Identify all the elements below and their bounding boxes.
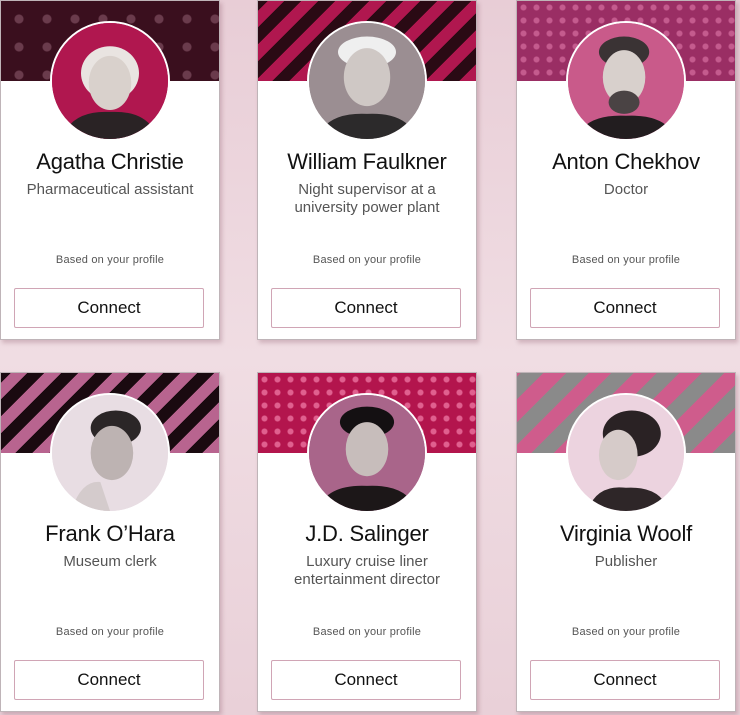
avatar-portrait-icon [52, 23, 168, 139]
avatar[interactable] [307, 393, 427, 513]
suggestion-reason: Based on your profile [571, 626, 681, 638]
avatar-portrait-icon [309, 395, 425, 511]
profile-card-virginia-woolf: Virginia Woolf Publisher Based on your p… [516, 372, 736, 712]
avatar[interactable] [50, 393, 170, 513]
connect-button[interactable]: Connect [14, 288, 204, 328]
person-name: Virginia Woolf [559, 521, 693, 546]
avatar-portrait-icon [52, 395, 168, 511]
connect-button[interactable]: Connect [530, 288, 720, 328]
profile-card-frank-ohara: Frank O’Hara Museum clerk Based on your … [0, 372, 220, 712]
connect-button[interactable]: Connect [271, 660, 461, 700]
avatar-portrait-icon [568, 23, 684, 139]
profile-card-anton-chekhov: Anton Chekhov Doctor Based on your profi… [516, 0, 736, 340]
avatar[interactable] [307, 21, 427, 141]
avatar-portrait-icon [309, 23, 425, 139]
avatar[interactable] [50, 21, 170, 141]
person-title: Museum clerk [63, 553, 157, 570]
connect-button[interactable]: Connect [530, 660, 720, 700]
suggestion-reason: Based on your profile [55, 254, 165, 266]
suggestion-reason: Based on your profile [312, 254, 422, 266]
person-name: Frank O’Hara [45, 521, 175, 546]
connect-button[interactable]: Connect [14, 660, 204, 700]
person-title: Publisher [594, 553, 658, 570]
person-title: Doctor [603, 181, 649, 198]
profile-card-william-faulkner: William Faulkner Night supervisor at a u… [257, 0, 477, 340]
suggestion-reason: Based on your profile [571, 254, 681, 266]
person-title: Night supervisor at a university power p… [294, 181, 440, 216]
connect-button[interactable]: Connect [271, 288, 461, 328]
person-name: J.D. Salinger [305, 521, 429, 546]
profile-card-jd-salinger: J.D. Salinger Luxury cruise liner entert… [257, 372, 477, 712]
person-title: Pharmaceutical assistant [26, 181, 194, 198]
suggestion-reason: Based on your profile [55, 626, 165, 638]
person-name: William Faulkner [287, 149, 447, 174]
avatar[interactable] [566, 393, 686, 513]
person-title: Luxury cruise liner entertainment direct… [294, 553, 440, 588]
profile-card-agatha-christie: Agatha Christie Pharmaceutical assistant… [0, 0, 220, 340]
person-name: Anton Chekhov [552, 149, 700, 174]
suggestion-reason: Based on your profile [312, 626, 422, 638]
avatar[interactable] [566, 21, 686, 141]
person-name: Agatha Christie [36, 149, 184, 174]
avatar-portrait-icon [568, 395, 684, 511]
